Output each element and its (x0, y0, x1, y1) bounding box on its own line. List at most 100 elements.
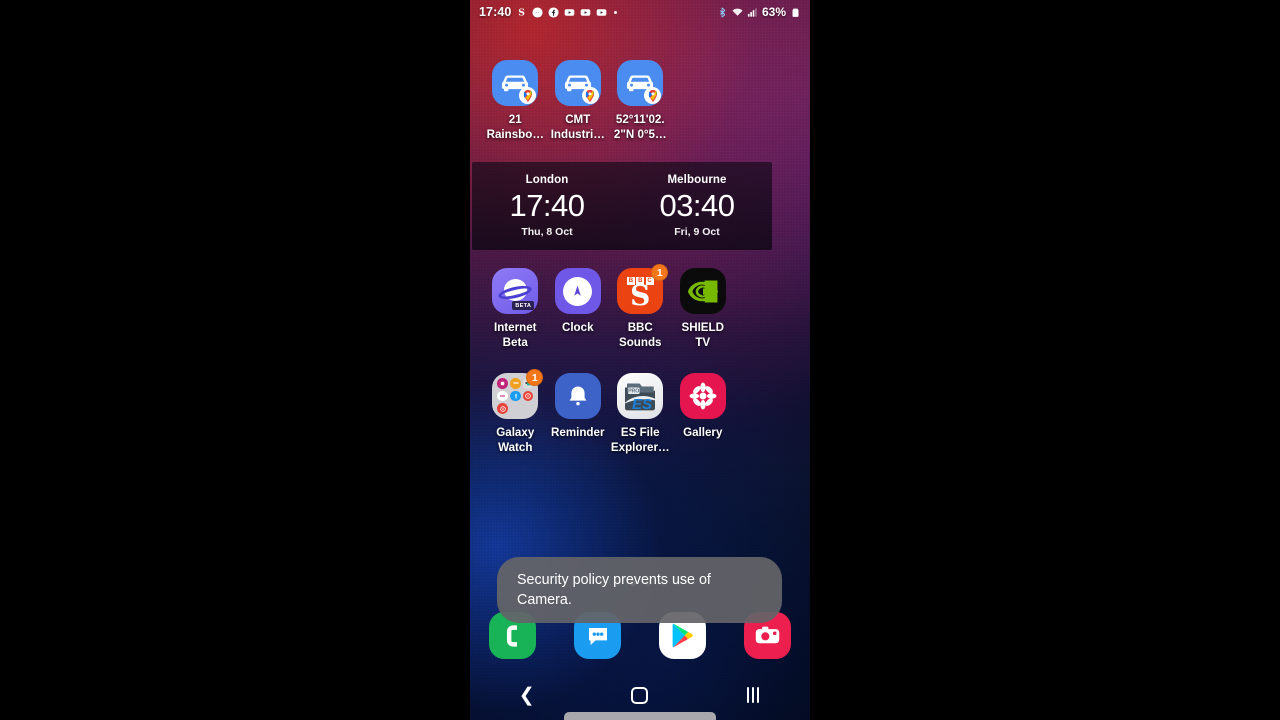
clock-city-label: Melbourne (667, 174, 727, 186)
folder-mini-icon: sm (497, 390, 509, 402)
nav-home-button[interactable] (583, 686, 696, 704)
messenger-icon (532, 6, 544, 18)
notification-badge: 1 (526, 369, 544, 386)
home-row-shortcuts: 21 Rainsbo… CMT Industri… 52°11'02. 2"N … (484, 60, 684, 142)
sounds-s-glyph: S (630, 278, 651, 312)
folder-mini-icon (510, 390, 521, 402)
clock-london[interactable]: London 17:40 Thu, 8 Oct (472, 162, 622, 250)
youtube-icon (596, 7, 607, 18)
status-bar-right: 63% (717, 5, 801, 19)
recents-icon[interactable] (747, 687, 760, 703)
nvidia-shield-tv-icon[interactable] (679, 268, 726, 314)
app-label-line2: Beta (502, 336, 528, 349)
folder-mini-icon (523, 403, 534, 414)
shortcut-label-line1: CMT (565, 113, 591, 126)
svg-text:sm: sm (500, 394, 505, 398)
app-label: Gallery (670, 425, 736, 440)
battery-percent: 63% (761, 5, 786, 19)
app-label-line1: Clock (561, 321, 594, 334)
gallery-icon[interactable] (679, 373, 726, 419)
galaxy-watch-folder-icon[interactable]: sm 1 (492, 369, 544, 419)
bbc-sounds-icon[interactable]: BBC S 1 (617, 264, 669, 314)
folder-mini-icon (510, 403, 521, 414)
clock-time: 17:40 (509, 188, 585, 223)
home-row-apps-1: BETA Internet Beta Clock B B C S 1 BBC S… (484, 264, 754, 350)
shortcut-label: 52°11'02. 2"N 0°5… (607, 112, 673, 142)
back-icon[interactable]: ❮ (519, 686, 535, 705)
app-shield-tv[interactable]: SHIELD TV (672, 268, 735, 350)
clock-date: Thu, 8 Oct (521, 226, 573, 238)
wifi-icon (732, 7, 743, 18)
notification-badge: 1 (651, 264, 669, 281)
svg-text:S: S (519, 7, 526, 17)
app-clock[interactable]: Clock (547, 268, 610, 350)
shortcut-cmt-industrial[interactable]: CMT Industri… (547, 60, 610, 142)
battery-icon (790, 7, 801, 18)
app-label-line2: Watch (498, 441, 533, 454)
google-maps-pin-icon (519, 87, 537, 104)
app-label: Galaxy Watch (482, 425, 548, 455)
clock-date: Fri, 9 Oct (674, 226, 720, 238)
app-label-line1: BBC (627, 321, 653, 334)
app-internet-beta[interactable]: BETA Internet Beta (484, 268, 547, 350)
es-file-explorer-icon[interactable]: PRO ES (617, 373, 664, 419)
phone-viewport: 17:40 S 63% 21 Rainsbo… CMT Industri… 52… (470, 0, 810, 720)
app-label: Reminder (545, 425, 611, 440)
folder-mini-icon (497, 403, 509, 414)
app-label: SHIELD TV (670, 320, 736, 350)
bluetooth-icon (717, 6, 728, 18)
app-gallery[interactable]: Gallery (672, 373, 735, 455)
clock-melbourne[interactable]: Melbourne 03:40 Fri, 9 Oct (622, 162, 772, 250)
navigation-bar: ❮ (470, 678, 810, 712)
app-label-line1: Galaxy (496, 426, 535, 439)
app-label-line2: Explorer… (610, 441, 670, 454)
beta-tag: BETA (512, 301, 535, 310)
more-notifications-dot-icon (614, 10, 618, 14)
shortcut-21-rainsborough[interactable]: 21 Rainsbo… (484, 60, 547, 142)
youtube-icon (564, 7, 575, 18)
facebook-icon (548, 6, 560, 18)
clock-app-icon[interactable] (554, 268, 601, 314)
skype-icon: S (516, 7, 527, 17)
home-icon[interactable] (631, 686, 649, 704)
screen: 17:40 S 63% 21 Rainsbo… CMT Industri… 52… (0, 0, 1280, 720)
maps-parking-icon[interactable] (554, 60, 601, 106)
app-label-line1: ES File (620, 426, 660, 439)
status-bar: 17:40 S 63% (470, 0, 810, 24)
nav-back-button[interactable]: ❮ (470, 686, 583, 705)
app-label-line1: Reminder (551, 426, 605, 439)
app-es-file-explorer[interactable]: PRO ES ES File Explorer… (609, 373, 672, 455)
app-label: ES File Explorer… (607, 425, 673, 455)
maps-parking-icon[interactable] (617, 60, 664, 106)
app-reminder[interactable]: Reminder (547, 373, 610, 455)
reminder-icon[interactable] (554, 373, 601, 419)
toast-message: Security policy prevents use of Camera. (497, 557, 782, 623)
gesture-handle[interactable] (564, 712, 716, 720)
shortcut-coordinates[interactable]: 52°11'02. 2"N 0°5… (609, 60, 672, 142)
nav-recents-button[interactable] (697, 687, 810, 703)
shortcut-label-line2: Industri… (550, 128, 605, 141)
app-label-line1: Internet (493, 321, 537, 334)
home-row-apps-2: sm 1 Galaxy Watch Reminder PRO ES ES Fil… (482, 369, 754, 455)
shortcut-label: CMT Industri… (545, 112, 611, 142)
signal-icon (747, 7, 758, 18)
youtube-icon (580, 7, 591, 18)
status-bar-left: 17:40 S (479, 5, 618, 19)
app-bbc-sounds[interactable]: BBC S 1 BBC Sounds (607, 264, 673, 350)
app-label: BBC Sounds (607, 320, 673, 350)
google-maps-pin-icon (644, 87, 662, 104)
samsung-internet-beta-icon[interactable]: BETA (492, 268, 539, 314)
shortcut-label-line2: 2"N 0°5… (613, 128, 667, 141)
shortcut-label-line1: 21 (508, 113, 522, 126)
app-label-line2: Sounds (618, 336, 662, 349)
folder-galaxy-watch[interactable]: sm 1 Galaxy Watch (482, 369, 548, 455)
app-label-line2: TV (695, 336, 711, 349)
shortcut-label-line2: Rainsbo… (486, 128, 544, 141)
clock-time: 03:40 (659, 188, 735, 223)
google-maps-pin-icon (581, 87, 599, 104)
dual-clock-widget[interactable]: London 17:40 Thu, 8 Oct Melbourne 03:40 … (472, 162, 772, 250)
maps-parking-icon[interactable] (492, 60, 539, 106)
app-label-line1: SHIELD (681, 321, 724, 334)
clock-city-label: London (525, 174, 569, 186)
folder-mini-icon (510, 378, 521, 389)
